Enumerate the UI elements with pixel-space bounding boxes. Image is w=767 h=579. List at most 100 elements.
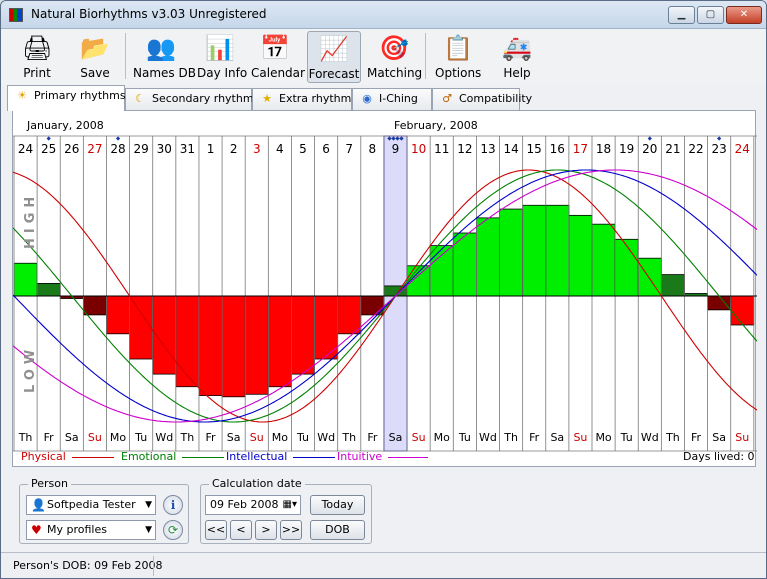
folder-save-icon: 📂 [80,34,110,62]
dob-button[interactable]: DOB [310,520,365,540]
day-number: 25 [41,142,56,156]
tab-i-ching[interactable]: ◉ I-Ching [352,88,432,110]
help-button[interactable]: 🚑 Help [495,31,539,83]
person-info-button[interactable]: ℹ [163,495,183,515]
forecast-button[interactable]: 📈 Forecast [307,31,361,83]
day-number: 7 [345,142,353,156]
refresh-button[interactable]: ⟳ [163,520,183,540]
people-icon: 👥 [146,34,176,62]
bar-day-21 [499,208,524,297]
tab-label: I-Ching [379,92,418,105]
chart-svg: January, 2008 February, 200824Th25Fr26Sa2… [13,119,757,452]
weekday-label: Fr [44,431,55,444]
weekday-label: Su [412,431,426,444]
weekday-label: Mo [272,431,288,444]
weekday-label: Tu [134,431,147,444]
maximize-button[interactable]: ▢ [697,6,724,24]
calendar-dropdown-icon: ▦▾ [282,499,297,510]
legend-line [293,456,336,458]
person-icon: 👤 [31,498,46,512]
nav-last-button[interactable]: >> [280,520,302,540]
status-bar: Person's DOB: 09 Feb 2008 [1,552,766,578]
day-number: 29 [134,142,149,156]
weekday-label: Wd [479,431,497,444]
weekday-label: Sa [712,431,726,444]
forecast-icon: 📈 [319,35,349,63]
day-number: 27 [87,142,102,156]
day-number: 28 [110,142,125,156]
weekday-label: Th [503,431,518,444]
nav-prev-button[interactable]: < [230,520,252,540]
app-window: Natural Biorhythms v3.03 Unregistered ▁ … [0,0,767,579]
today-button[interactable]: Today [310,495,365,515]
weekday-label: Th [180,431,195,444]
bar-day-22 [522,204,547,297]
weekday-label: Fr [205,431,216,444]
legend-label: Intellectual [226,450,288,463]
day-marker-dot [46,136,51,141]
bar-day-31 [730,295,755,326]
bar-day-7 [175,295,200,388]
person-group-title: Person [28,477,71,490]
weekday-label: Wd [317,431,335,444]
day-number: 11 [434,142,449,156]
matching-icon: 🎯 [379,34,409,62]
names-db-button[interactable]: 👥 Names DB [133,31,196,83]
calc-group-title: Calculation date [209,477,305,490]
calc-date-field[interactable]: 09 Feb 2008 ▦▾ [205,495,301,515]
weekday-label: Su [735,431,749,444]
weekday-label: Fr [367,431,378,444]
biorhythm-chart: January, 2008 February, 2008 24 Th 25 Fr 26 Sa 2… [12,110,757,467]
profiles-select[interactable]: ♥ My profiles ▼ [26,520,156,540]
save-button[interactable]: 📂 Save [73,31,117,83]
day-number: 10 [411,142,426,156]
day-marker-dot [717,136,722,141]
profiles-heart-icon: ♥ [31,523,42,537]
nav-next-button[interactable]: > [255,520,277,540]
calendar-button[interactable]: 📅 Calendar [251,31,305,83]
weekday-label: Sa [65,431,79,444]
legend-label: Intuitive [337,450,383,463]
print-button[interactable]: 🖨 Print [15,31,59,83]
bar-day-23 [545,204,570,297]
minimize-button[interactable]: ▁ [668,6,695,24]
tab-extra-rhythms[interactable]: ★ Extra rhythms [252,88,357,110]
bar-day-12 [291,295,315,375]
tab-primary-rhythms[interactable]: ☀ Primary rhythms [7,85,126,111]
day-marker-dot [647,136,652,141]
weekday-label: Fr [529,431,540,444]
save-label: Save [80,66,110,80]
chevron-down-icon: ▼ [145,500,152,510]
day-number: 13 [480,142,495,156]
bar-day-9 [221,295,246,398]
options-button[interactable]: 📋 Options [435,31,481,83]
legend-intuitive: Intuitive [337,450,429,463]
day-number: 15 [527,142,542,156]
weekday-label: Sa [227,431,241,444]
help-label: Help [503,66,531,80]
toolbar-separator [125,33,126,79]
day-number: 22 [688,142,703,156]
toolbar-separator [425,33,426,79]
close-button[interactable]: ✕ [726,6,762,24]
day-info-button[interactable]: 📊 Day Info [197,31,247,83]
calendar-icon: 📅 [260,34,290,62]
day-number: 6 [322,142,330,156]
matching-button[interactable]: 🎯 Matching [367,31,422,83]
month-label-january: January, 2008 [26,119,104,132]
options-icon: 📋 [443,34,473,62]
tab-secondary-rhythms[interactable]: ☾ Secondary rhythms [125,88,259,110]
bar-day-1 [36,282,61,297]
weekday-label: Mo [110,431,126,444]
nav-first-button[interactable]: << [205,520,227,540]
day-number: 19 [619,142,634,156]
legend-physical: Physical [21,450,114,463]
person-group: Person 👤 Softpedia Tester ▼ ℹ ♥ My profi… [19,477,189,544]
weekday-label: Tu [620,431,633,444]
person-select[interactable]: 👤 Softpedia Tester ▼ [26,495,156,515]
tab-compatibility[interactable]: ♂ Compatibility [432,88,532,110]
month-label-february: February, 2008 [394,119,478,132]
bar-day-8 [198,295,223,396]
legend-intellectual: Intellectual [226,450,336,463]
toolbar: 🖨 Print 📂 Save 👥 Names DB 📊 Day Info 📅 Calendar 📈 F… [1,29,766,85]
